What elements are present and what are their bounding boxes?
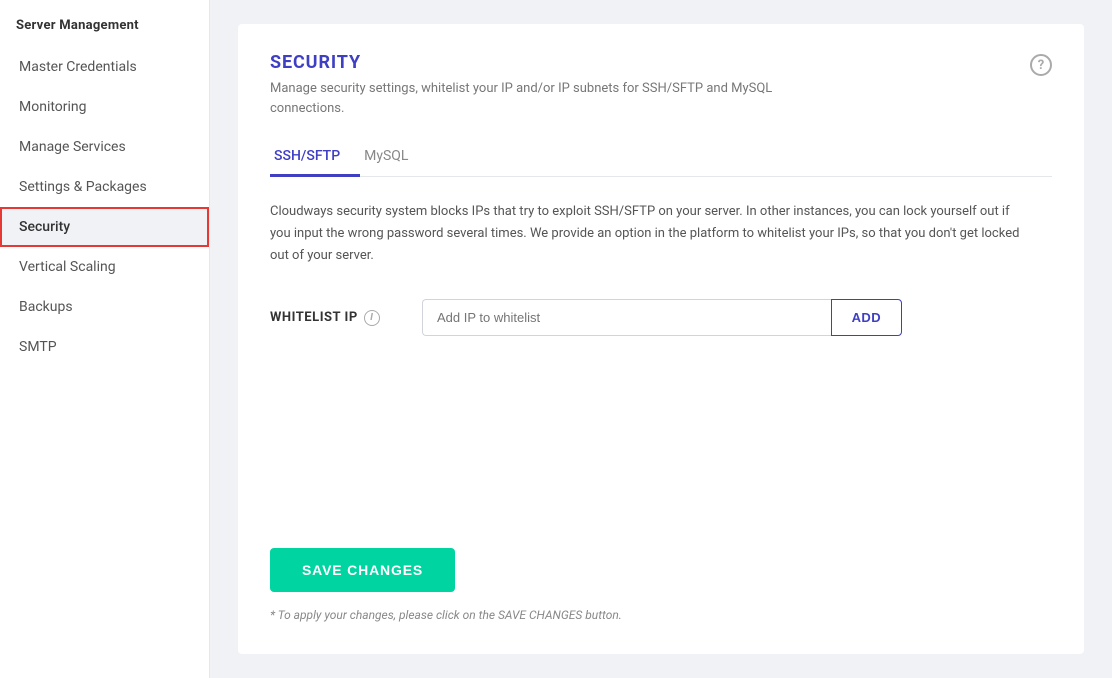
sidebar-item-smtp[interactable]: SMTP [0, 327, 209, 367]
page-title: SECURITY [270, 52, 830, 73]
tab-ssh-sftp[interactable]: SSH/SFTP [270, 138, 360, 177]
save-changes-button[interactable]: SAVE CHANGES [270, 548, 455, 592]
sidebar-item-manage-services[interactable]: Manage Services [0, 127, 209, 167]
sidebar-item-monitoring[interactable]: Monitoring [0, 87, 209, 127]
whitelist-input-wrap: ADD [422, 299, 902, 336]
whitelist-ip-row: WHITELIST IP i ADD [270, 299, 1052, 336]
tab-mysql[interactable]: MySQL [360, 138, 428, 177]
sidebar-title: Server Management [0, 0, 209, 47]
sidebar-item-backups[interactable]: Backups [0, 287, 209, 327]
page-header: SECURITY Manage security settings, white… [270, 52, 1052, 118]
save-note: * To apply your changes, please click on… [270, 608, 1052, 622]
sidebar: Server Management Master Credentials Mon… [0, 0, 210, 678]
content-card: SECURITY Manage security settings, white… [238, 24, 1084, 654]
section-description: Cloudways security system blocks IPs tha… [270, 201, 1030, 267]
whitelist-label: WHITELIST IP i [270, 310, 410, 326]
page-description: Manage security settings, whitelist your… [270, 79, 830, 118]
whitelist-info-icon[interactable]: i [364, 310, 380, 326]
sidebar-item-settings-packages[interactable]: Settings & Packages [0, 167, 209, 207]
sidebar-item-vertical-scaling[interactable]: Vertical Scaling [0, 247, 209, 287]
spacer [270, 368, 1052, 548]
main-content: SECURITY Manage security settings, white… [210, 0, 1112, 678]
whitelist-add-button[interactable]: ADD [831, 299, 902, 336]
help-icon[interactable]: ? [1030, 54, 1052, 76]
sidebar-item-security[interactable]: Security [0, 207, 209, 247]
sidebar-item-master-credentials[interactable]: Master Credentials [0, 47, 209, 87]
tabs: SSH/SFTP MySQL [270, 138, 1052, 177]
page-header-text: SECURITY Manage security settings, white… [270, 52, 830, 118]
whitelist-ip-input[interactable] [422, 299, 831, 336]
